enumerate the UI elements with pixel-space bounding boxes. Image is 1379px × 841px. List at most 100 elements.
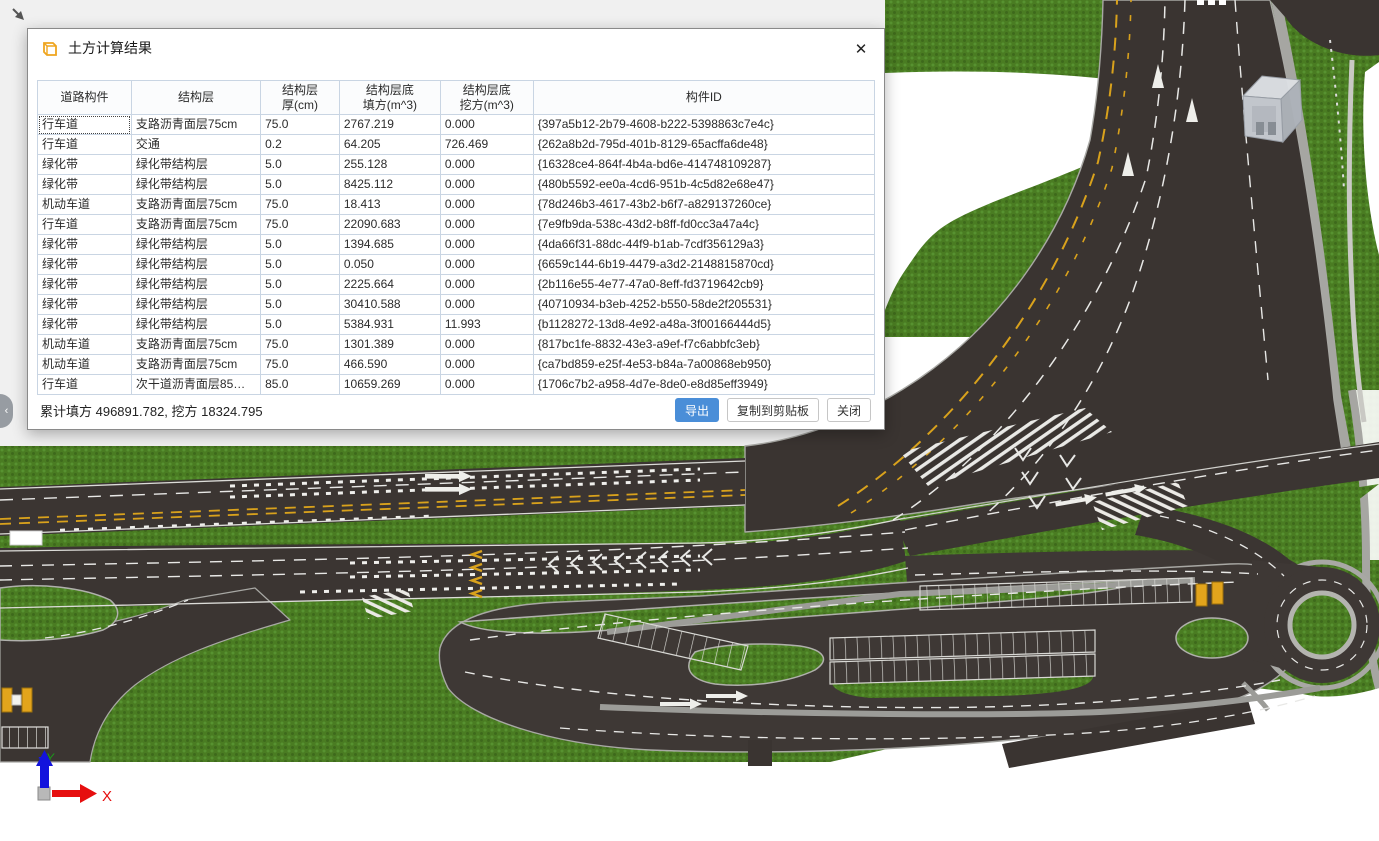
cell-id[interactable]: {262a8b2d-795d-401b-8129-65acffa6de48} [533,135,874,155]
cell-fill[interactable]: 466.590 [339,355,440,375]
cell-cut[interactable]: 0.000 [440,115,533,135]
cell-layer[interactable]: 支路沥青面层75cm [131,355,260,375]
cell-cut[interactable]: 11.993 [440,315,533,335]
cell-component[interactable]: 行车道 [38,135,132,155]
cell-thickness[interactable]: 5.0 [261,295,340,315]
cell-fill[interactable]: 22090.683 [339,215,440,235]
cell-layer[interactable]: 次干道沥青面层85… [131,375,260,395]
cell-layer[interactable]: 支路沥青面层75cm [131,215,260,235]
cell-cut[interactable]: 0.000 [440,155,533,175]
cell-component[interactable]: 绿化带 [38,155,132,175]
cell-cut[interactable]: 0.000 [440,355,533,375]
cell-id[interactable]: {480b5592-ee0a-4cd6-951b-4c5d82e68e47} [533,175,874,195]
close-button[interactable]: 关闭 [827,398,871,422]
cell-id[interactable]: {397a5b12-2b79-4608-b222-5398863c7e4c} [533,115,874,135]
cell-fill[interactable]: 30410.588 [339,295,440,315]
cell-layer[interactable]: 支路沥青面层75cm [131,335,260,355]
cell-component[interactable]: 机动车道 [38,195,132,215]
cell-fill[interactable]: 1301.389 [339,335,440,355]
cell-thickness[interactable]: 5.0 [261,235,340,255]
cell-layer[interactable]: 绿化带结构层 [131,275,260,295]
cell-component[interactable]: 行车道 [38,375,132,395]
table-row[interactable]: 绿化带 绿化带结构层 5.0 1394.685 0.000 {4da66f31-… [38,235,875,255]
table-row[interactable]: 行车道 支路沥青面层75cm 75.0 22090.683 0.000 {7e9… [38,215,875,235]
cell-cut[interactable]: 726.469 [440,135,533,155]
cell-thickness[interactable]: 75.0 [261,335,340,355]
cell-component[interactable]: 绿化带 [38,255,132,275]
cell-layer[interactable]: 交通 [131,135,260,155]
cell-id[interactable]: {6659c144-6b19-4479-a3d2-2148815870cd} [533,255,874,275]
cell-thickness[interactable]: 85.0 [261,375,340,395]
cell-layer[interactable]: 绿化带结构层 [131,295,260,315]
table-row[interactable]: 行车道 交通 0.2 64.205 726.469 {262a8b2d-795d… [38,135,875,155]
table-row[interactable]: 绿化带 绿化带结构层 5.0 8425.112 0.000 {480b5592-… [38,175,875,195]
cell-component[interactable]: 行车道 [38,215,132,235]
cell-fill[interactable]: 8425.112 [339,175,440,195]
cell-layer[interactable]: 绿化带结构层 [131,315,260,335]
cell-cut[interactable]: 0.000 [440,275,533,295]
cell-id[interactable]: {78d246b3-4617-43b2-b6f7-a829137260ce} [533,195,874,215]
cell-cut[interactable]: 0.000 [440,375,533,395]
cell-cut[interactable]: 0.000 [440,215,533,235]
cell-fill[interactable]: 1394.685 [339,235,440,255]
table-row[interactable]: 行车道 支路沥青面层75cm 75.0 2767.219 0.000 {397a… [38,115,875,135]
cell-id[interactable]: {1706c7b2-a958-4d7e-8de0-e8d85eff3949} [533,375,874,395]
cell-layer[interactable]: 绿化带结构层 [131,255,260,275]
cell-layer[interactable]: 支路沥青面层75cm [131,195,260,215]
cell-thickness[interactable]: 5.0 [261,175,340,195]
cell-id[interactable]: {16328ce4-864f-4b4a-bd6e-414748109287} [533,155,874,175]
cell-fill[interactable]: 64.205 [339,135,440,155]
cell-id[interactable]: {2b116e55-4e77-47a0-8eff-fd3719642cb9} [533,275,874,295]
cell-id[interactable]: {7e9fb9da-538c-43d2-b8ff-fd0cc3a47a4c} [533,215,874,235]
cell-layer[interactable]: 绿化带结构层 [131,235,260,255]
cell-fill[interactable]: 0.050 [339,255,440,275]
cell-id[interactable]: {ca7bd859-e25f-4e53-b84a-7a00868eb950} [533,355,874,375]
cell-id[interactable]: {817bc1fe-8832-43e3-a9ef-f7c6abbfc3eb} [533,335,874,355]
table-row[interactable]: 行车道 次干道沥青面层85… 85.0 10659.269 0.000 {170… [38,375,875,395]
table-row[interactable]: 机动车道 支路沥青面层75cm 75.0 466.590 0.000 {ca7b… [38,355,875,375]
close-icon[interactable]: ✕ [850,39,872,61]
cell-thickness[interactable]: 75.0 [261,215,340,235]
cell-cut[interactable]: 0.000 [440,195,533,215]
cell-component[interactable]: 绿化带 [38,295,132,315]
cell-thickness[interactable]: 75.0 [261,355,340,375]
cell-component[interactable]: 绿化带 [38,275,132,295]
cell-id[interactable]: {b1128272-13d8-4e92-a48a-3f00166444d5} [533,315,874,335]
cell-cut[interactable]: 0.000 [440,175,533,195]
table-row[interactable]: 绿化带 绿化带结构层 5.0 2225.664 0.000 {2b116e55-… [38,275,875,295]
cell-component[interactable]: 机动车道 [38,335,132,355]
cell-cut[interactable]: 0.000 [440,255,533,275]
cell-component[interactable]: 行车道 [38,115,132,135]
cell-fill[interactable]: 5384.931 [339,315,440,335]
cell-component[interactable]: 机动车道 [38,355,132,375]
cell-component[interactable]: 绿化带 [38,235,132,255]
cell-fill[interactable]: 2225.664 [339,275,440,295]
dialog-titlebar[interactable]: 土方计算结果 [28,29,884,67]
cell-thickness[interactable]: 5.0 [261,155,340,175]
cell-thickness[interactable]: 0.2 [261,135,340,155]
table-row[interactable]: 机动车道 支路沥青面层75cm 75.0 1301.389 0.000 {817… [38,335,875,355]
table-row[interactable]: 绿化带 绿化带结构层 5.0 0.050 0.000 {6659c144-6b1… [38,255,875,275]
table-row[interactable]: 绿化带 绿化带结构层 5.0 255.128 0.000 {16328ce4-8… [38,155,875,175]
cell-layer[interactable]: 绿化带结构层 [131,175,260,195]
copy-to-clipboard-button[interactable]: 复制到剪贴板 [727,398,819,422]
cell-fill[interactable]: 255.128 [339,155,440,175]
cell-layer[interactable]: 绿化带结构层 [131,155,260,175]
cell-id[interactable]: {40710934-b3eb-4252-b550-58de2f205531} [533,295,874,315]
cell-layer[interactable]: 支路沥青面层75cm [131,115,260,135]
cell-cut[interactable]: 0.000 [440,235,533,255]
table-row[interactable]: 机动车道 支路沥青面层75cm 75.0 18.413 0.000 {78d24… [38,195,875,215]
cell-id[interactable]: {4da66f31-88dc-44f9-b1ab-7cdf356129a3} [533,235,874,255]
cell-thickness[interactable]: 75.0 [261,195,340,215]
cell-cut[interactable]: 0.000 [440,335,533,355]
table-row[interactable]: 绿化带 绿化带结构层 5.0 5384.931 11.993 {b1128272… [38,315,875,335]
table-row[interactable]: 绿化带 绿化带结构层 5.0 30410.588 0.000 {40710934… [38,295,875,315]
cell-fill[interactable]: 2767.219 [339,115,440,135]
cell-thickness[interactable]: 5.0 [261,315,340,335]
cell-thickness[interactable]: 75.0 [261,115,340,135]
cell-component[interactable]: 绿化带 [38,315,132,335]
cell-component[interactable]: 绿化带 [38,175,132,195]
cell-fill[interactable]: 18.413 [339,195,440,215]
export-button[interactable]: 导出 [675,398,719,422]
cell-thickness[interactable]: 5.0 [261,275,340,295]
